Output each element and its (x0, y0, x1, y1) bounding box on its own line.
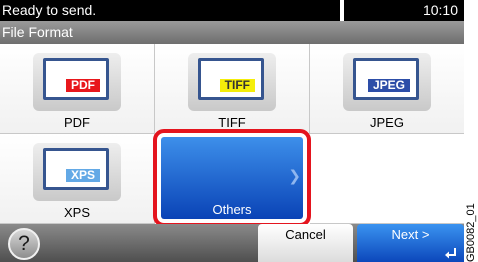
tiff-file-icon: TIFF (188, 53, 276, 111)
figure-code: GB0082_01 (465, 203, 477, 262)
status-time: 10:10 (422, 2, 458, 18)
title-bar: File Format (0, 21, 464, 44)
others-option-label: Others (212, 202, 252, 217)
xps-option-button[interactable]: XPS XPS (0, 134, 155, 224)
cancel-button-label: Cancel (285, 227, 326, 242)
xps-tag: XPS (65, 169, 100, 182)
xps-option-label: XPS (63, 205, 90, 220)
document-icon: PDF (43, 58, 109, 100)
empty-cell (310, 134, 464, 224)
help-icon: ? (18, 232, 30, 255)
page-title: File Format (2, 24, 73, 40)
jpeg-file-icon: JPEG (343, 53, 431, 111)
status-separator (340, 0, 344, 21)
bottom-bar: ? Cancel Next > (0, 224, 464, 262)
xps-file-icon: XPS (33, 143, 121, 201)
chevron-right-icon: ❯ (288, 168, 301, 185)
cancel-button[interactable]: Cancel (258, 224, 353, 262)
status-message: Ready to send. (2, 2, 97, 18)
others-highlight: ❯ Others (153, 129, 311, 227)
pdf-file-icon: PDF (33, 53, 121, 111)
jpeg-tag: JPEG (367, 79, 410, 92)
pdf-option-button[interactable]: PDF PDF (0, 44, 155, 134)
document-icon: TIFF (198, 58, 264, 100)
status-bar: Ready to send. 10:10 (0, 0, 464, 21)
document-icon: XPS (43, 148, 109, 190)
tiff-option-button[interactable]: TIFF TIFF (155, 44, 310, 134)
screen: Ready to send. 10:10 File Format PDF PDF… (0, 0, 464, 262)
pdf-tag: PDF (66, 79, 100, 92)
others-option-button[interactable]: ❯ Others (161, 137, 303, 219)
jpeg-option-label: JPEG (370, 115, 404, 130)
tiff-option-label: TIFF (218, 115, 246, 130)
document-icon: JPEG (353, 58, 419, 100)
tiff-tag: TIFF (219, 79, 255, 92)
next-button-label: Next > (391, 227, 430, 242)
help-button[interactable]: ? (8, 228, 40, 260)
jpeg-option-button[interactable]: JPEG JPEG (310, 44, 464, 134)
enter-icon (445, 248, 456, 259)
next-button[interactable]: Next > (357, 224, 464, 262)
pdf-option-label: PDF (64, 115, 90, 130)
format-grid: PDF PDF TIFF TIFF JPEG JPEG XPS XPS ❯ Ot… (0, 44, 464, 227)
